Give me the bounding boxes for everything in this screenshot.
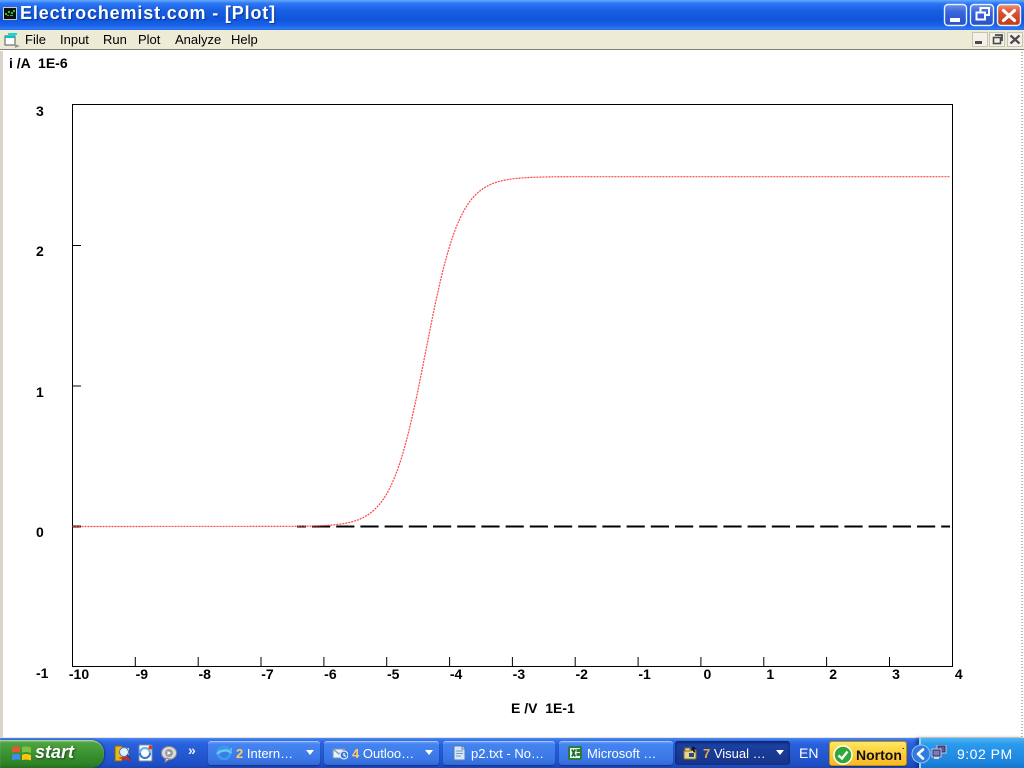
svg-text:»: »	[188, 742, 196, 758]
